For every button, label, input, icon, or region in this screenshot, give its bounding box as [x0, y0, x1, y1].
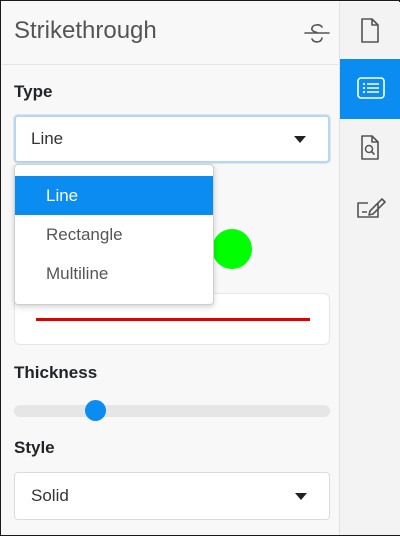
right-sidebar	[340, 2, 400, 535]
thickness-slider[interactable]	[14, 400, 330, 421]
sidebar-list-button[interactable]	[340, 59, 400, 119]
color-swatch[interactable]	[212, 229, 252, 269]
sidebar-document-button[interactable]	[340, 2, 400, 62]
dropdown-option-rectangle[interactable]: Rectangle	[15, 215, 213, 254]
document-icon	[361, 18, 379, 43]
strikethrough-icon	[304, 24, 330, 43]
document-search-icon	[361, 135, 379, 160]
slider-thumb[interactable]	[85, 400, 106, 421]
style-label: Style	[14, 438, 55, 457]
type-select-value: Line	[31, 129, 64, 148]
app-frame: Strikethrough Type Line Thickness Style …	[0, 0, 400, 536]
chevron-down-icon	[294, 136, 306, 143]
type-select[interactable]: Line	[14, 115, 330, 163]
preview-line	[36, 318, 310, 321]
dropdown-option-multiline[interactable]: Multiline	[15, 254, 213, 293]
thickness-label: Thickness	[14, 363, 98, 382]
panel-title: Strikethrough	[14, 17, 157, 44]
sidebar-edit-button[interactable]	[340, 179, 400, 239]
edit-signature-icon	[357, 198, 386, 218]
dropdown-option-line[interactable]: Line	[15, 176, 213, 215]
list-icon	[357, 77, 385, 99]
style-select-value: Solid	[31, 486, 69, 505]
type-dropdown-menu: Line Rectangle Multiline	[14, 164, 214, 305]
sidebar-search-document-button[interactable]	[340, 119, 400, 179]
chevron-down-icon	[295, 493, 307, 500]
type-label: Type	[14, 82, 53, 101]
strikethrough-panel: Strikethrough Type Line Thickness Style …	[2, 2, 340, 535]
panel-header: Strikethrough	[2, 2, 340, 65]
style-select[interactable]: Solid	[14, 472, 330, 520]
